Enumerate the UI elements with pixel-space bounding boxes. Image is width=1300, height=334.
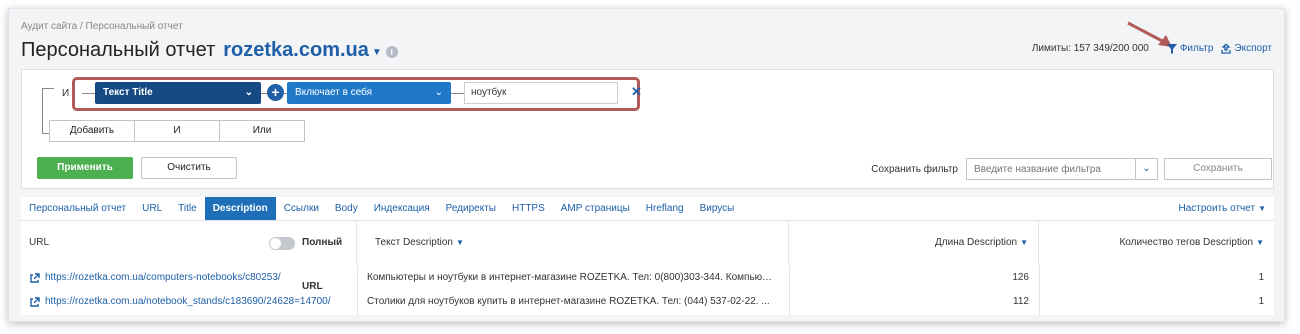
or-button[interactable]: Или xyxy=(219,120,305,142)
tab-hreflang[interactable]: Hreflang xyxy=(638,197,692,220)
tab-viruses[interactable]: Вирусы xyxy=(692,197,743,220)
filter-button-label: Фильтр xyxy=(1179,43,1214,54)
column-header-count[interactable]: Количество тегов Description ▼ xyxy=(1039,221,1274,265)
tab-title[interactable]: Title xyxy=(170,197,205,220)
tab-indexing[interactable]: Индексация xyxy=(366,197,438,220)
column-header-text-label: Текст Description xyxy=(375,237,453,248)
tab-links[interactable]: Ссылки xyxy=(276,197,327,220)
connector-line xyxy=(82,93,96,94)
logic-operator-label: И xyxy=(62,88,70,99)
caret-down-icon: ▼ xyxy=(1258,204,1266,213)
tab-personal-report[interactable]: Персональный отчет xyxy=(21,197,134,220)
clear-button[interactable]: Очистить xyxy=(141,157,237,179)
add-condition-group: Добавить И Или xyxy=(49,120,305,142)
limits-text: Лимиты: 157 349/200 000 xyxy=(1031,43,1149,54)
external-link-icon xyxy=(30,296,40,307)
description-length: 126 xyxy=(1012,272,1029,283)
configure-report-button[interactable]: Настроить отчет ▼ xyxy=(1178,197,1266,221)
close-icon[interactable]: ✕ xyxy=(631,84,642,100)
chevron-down-icon[interactable]: ⌄ xyxy=(1136,158,1158,180)
external-link-icon xyxy=(30,272,40,283)
report-table: URL Полный URL Текст Description ▼ Длина … xyxy=(21,221,1274,315)
table-row: https://rozetka.com.ua/computers-noteboo… xyxy=(21,266,1274,290)
tab-body[interactable]: Body xyxy=(327,197,366,220)
tab-description[interactable]: Description xyxy=(204,197,276,220)
add-button[interactable]: Добавить xyxy=(49,120,135,142)
top-actions: Лимиты: 157 349/200 000 Фильтр Экспорт xyxy=(1032,43,1272,54)
report-frame: Аудит сайта / Персональный отчет Персона… xyxy=(8,8,1285,322)
report-tabs: Персональный отчет URL Title Description… xyxy=(21,197,1274,221)
save-filter-area: Сохранить фильтр ⌄ Сохранить xyxy=(871,158,1272,180)
operator-select[interactable]: Включает в себя ⌄ xyxy=(287,82,451,104)
and-button[interactable]: И xyxy=(134,120,220,142)
column-header-count-label: Количество тегов Description xyxy=(1119,237,1254,248)
page-title-row: Персональный отчет rozetka.com.ua ▼ i xyxy=(21,37,398,63)
add-condition-button[interactable]: + xyxy=(267,84,284,101)
url-cell[interactable]: https://rozetka.com.ua/notebook_stands/c… xyxy=(29,290,357,314)
column-header-length[interactable]: Длина Description ▼ xyxy=(789,221,1039,265)
column-header-url: URL Полный URL xyxy=(21,221,357,292)
chevron-down-icon: ⌄ xyxy=(434,87,443,98)
field-select[interactable]: Текст Title ⌄ xyxy=(95,82,261,104)
funnel-icon xyxy=(1166,43,1177,54)
export-button-label: Экспорт xyxy=(1234,43,1272,54)
description-text: Компьютеры и ноутбуки в интернет-магазин… xyxy=(367,272,775,283)
operator-select-value: Включает в себя xyxy=(295,87,373,98)
export-button[interactable]: Экспорт xyxy=(1221,43,1272,54)
breadcrumb[interactable]: Аудит сайта / Персональный отчет xyxy=(21,21,183,32)
tab-url[interactable]: URL xyxy=(134,197,170,220)
column-header-length-label: Длина Description xyxy=(935,237,1018,248)
column-header-url-label: URL xyxy=(29,237,50,248)
filter-value-input[interactable]: ноутбук xyxy=(464,82,618,104)
url-link[interactable]: https://rozetka.com.ua/computers-noteboo… xyxy=(45,266,281,290)
url-cell[interactable]: https://rozetka.com.ua/computers-noteboo… xyxy=(29,266,357,290)
table-row: https://rozetka.com.ua/notebook_stands/c… xyxy=(21,290,1274,314)
export-icon xyxy=(1221,43,1232,54)
url-link[interactable]: https://rozetka.com.ua/notebook_stands/c… xyxy=(45,290,331,314)
configure-report-label: Настроить отчет xyxy=(1178,203,1256,214)
apply-button[interactable]: Применить xyxy=(37,157,133,179)
chevron-down-icon: ⌄ xyxy=(244,87,253,98)
filter-button[interactable]: Фильтр xyxy=(1166,43,1214,54)
tab-redirects[interactable]: Редиректы xyxy=(438,197,504,220)
tab-amp[interactable]: AMP страницы xyxy=(553,197,638,220)
field-select-value: Текст Title xyxy=(103,87,153,98)
domain-selector[interactable]: rozetka.com.ua xyxy=(223,39,369,62)
column-header-text[interactable]: Текст Description ▼ xyxy=(357,221,789,265)
page-title: Персональный отчет xyxy=(21,38,216,61)
chevron-down-icon[interactable]: ▼ xyxy=(372,47,382,58)
connector-line xyxy=(451,93,465,94)
description-text: Столики для ноутбуков купить в интернет-… xyxy=(367,296,770,307)
tab-https[interactable]: HTTPS xyxy=(504,197,553,220)
description-length: 112 xyxy=(1013,296,1029,307)
save-filter-label: Сохранить фильтр xyxy=(871,163,958,175)
sort-icon: ▼ xyxy=(1256,238,1264,247)
save-button[interactable]: Сохранить xyxy=(1164,158,1272,180)
full-url-toggle[interactable] xyxy=(269,237,295,250)
sort-icon: ▼ xyxy=(1020,238,1028,247)
description-tag-count: 1 xyxy=(1258,296,1264,307)
info-icon[interactable]: i xyxy=(385,45,398,58)
sort-icon: ▼ xyxy=(455,238,464,247)
filter-name-input[interactable] xyxy=(966,158,1136,180)
description-tag-count: 1 xyxy=(1258,272,1264,283)
